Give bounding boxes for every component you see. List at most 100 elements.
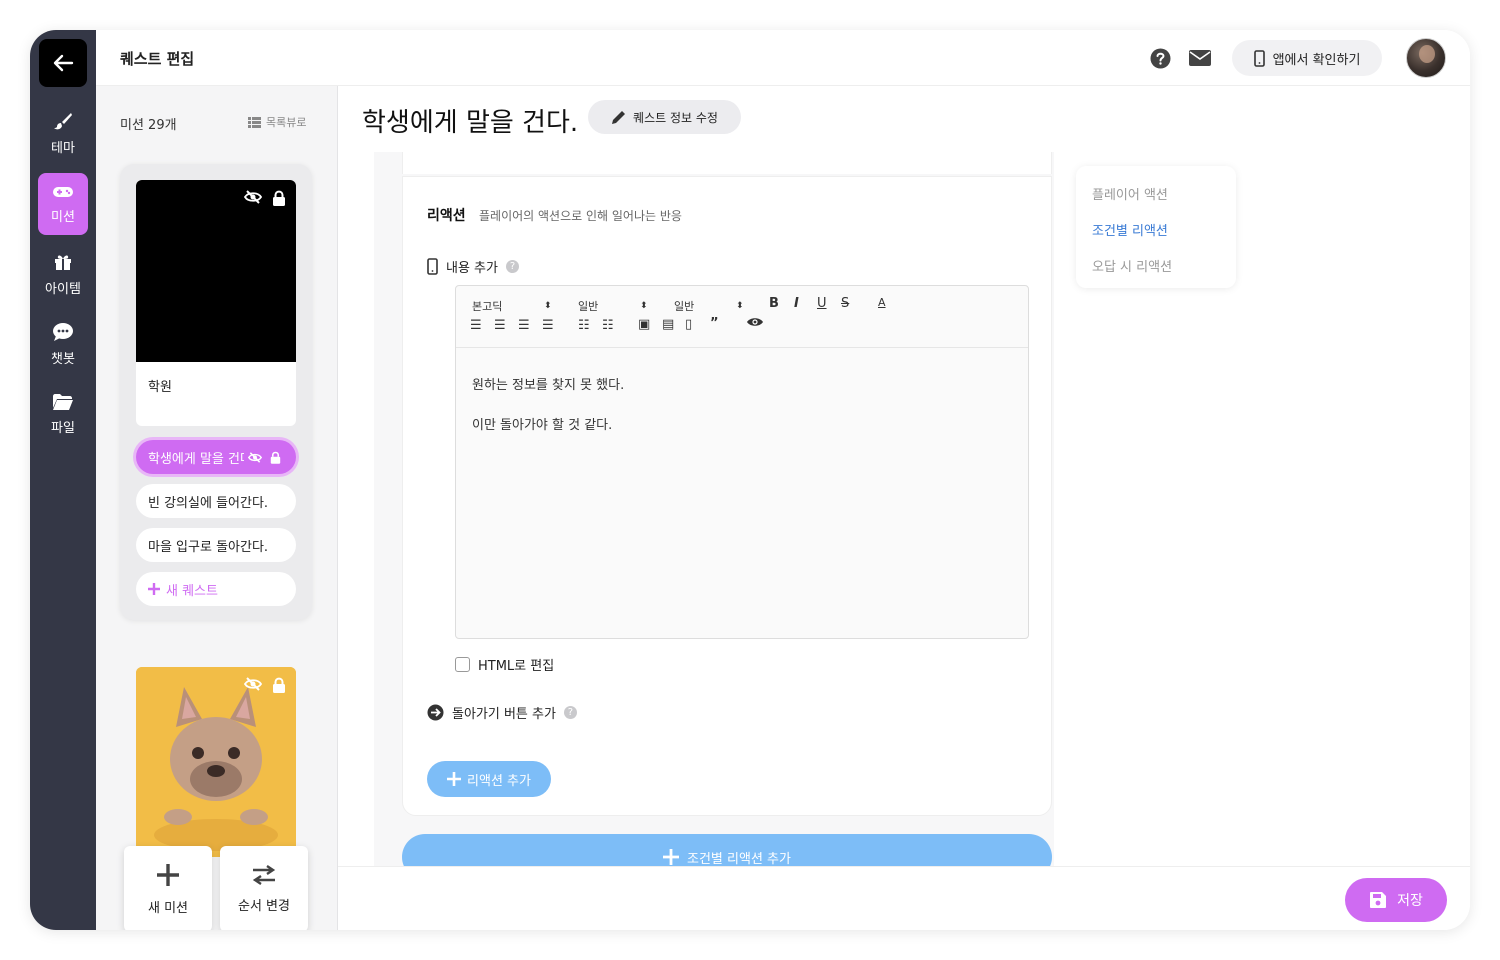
rail-item-mission[interactable]: 미션 bbox=[38, 173, 88, 235]
back-button-label: 돌아가기 버튼 추가 bbox=[452, 707, 556, 722]
underline-icon[interactable]: U bbox=[817, 296, 827, 311]
plus-icon bbox=[663, 849, 680, 865]
strikethrough-icon[interactable]: S bbox=[841, 296, 849, 311]
film-icon[interactable]: ▤ bbox=[662, 317, 674, 332]
sort-icon: ⬍ bbox=[640, 301, 648, 311]
avatar[interactable] bbox=[1406, 38, 1446, 78]
eye-icon[interactable] bbox=[746, 316, 764, 332]
save-button[interactable]: 저장 bbox=[1345, 878, 1447, 922]
rail-label-chatbot: 챗봇 bbox=[51, 351, 75, 367]
list-view-label: 목록뷰로 bbox=[266, 116, 307, 129]
page-title: 퀘스트 편집 bbox=[120, 50, 195, 68]
font-select[interactable]: 본고딕 ⬍ bbox=[472, 298, 552, 314]
quest-item[interactable]: 마을 입구로 돌아간다. bbox=[136, 528, 296, 562]
heading-select[interactable]: 일반 ⬍ bbox=[674, 298, 744, 314]
floppy-disk-icon bbox=[1370, 892, 1387, 908]
html-edit-checkbox[interactable] bbox=[455, 657, 470, 672]
rail-label-theme: 테마 bbox=[51, 140, 75, 156]
plus-icon bbox=[157, 863, 179, 886]
edit-quest-info-button[interactable]: 퀘스트 정보 수정 bbox=[588, 100, 741, 134]
editor-content[interactable]: 원하는 정보를 찾지 못 했다. 이만 돌아가야 할 것 같다. bbox=[472, 366, 624, 446]
help-icon[interactable]: ? bbox=[505, 260, 519, 273]
folder-icon bbox=[53, 393, 73, 410]
card-badges bbox=[244, 190, 286, 206]
italic-icon[interactable]: I bbox=[794, 296, 799, 311]
quest-title: 학생에게 말을 건다. bbox=[362, 108, 579, 138]
quote-icon[interactable]: ” bbox=[710, 316, 719, 331]
section-nav-wrong-answer-reaction[interactable]: 오답 시 리액션 bbox=[1092, 256, 1172, 275]
align-center-icon[interactable]: ☰ bbox=[494, 318, 506, 333]
editor-line: 원하는 정보를 찾지 못 했다. bbox=[472, 378, 625, 393]
rail-item-chatbot[interactable]: 챗봇 bbox=[38, 313, 88, 375]
back-button-row[interactable]: 돌아가기 버튼 추가 ? bbox=[427, 703, 577, 722]
align-right-icon[interactable]: ☰ bbox=[518, 318, 530, 333]
back-button[interactable] bbox=[39, 39, 87, 87]
reaction-title: 리액션 bbox=[427, 208, 466, 224]
help-button[interactable] bbox=[1149, 47, 1171, 69]
font-select-value: 본고딕 bbox=[472, 300, 503, 313]
rail-item-theme[interactable]: 테마 bbox=[38, 102, 88, 164]
align-left-icon[interactable]: ☰ bbox=[470, 318, 482, 333]
help-icon[interactable]: ? bbox=[563, 706, 577, 719]
editor-line: 이만 돌아가야 할 것 같다. bbox=[472, 418, 613, 433]
new-mission-button[interactable]: 새 미션 bbox=[124, 846, 212, 930]
plus-icon bbox=[447, 772, 462, 786]
mail-button[interactable] bbox=[1189, 47, 1211, 69]
quest-label: 마을 입구로 돌아간다. bbox=[148, 539, 269, 555]
add-conditional-label: 조건별 리액션 추가 bbox=[687, 851, 791, 867]
quest-item-active[interactable]: 학생에게 말을 건다. bbox=[136, 440, 296, 474]
html-edit-toggle[interactable]: HTML로 편집 bbox=[455, 655, 554, 674]
eye-glyph bbox=[747, 318, 763, 326]
rail-item-file[interactable]: 파일 bbox=[38, 383, 88, 445]
quest-item[interactable]: 빈 강의실에 들어간다. bbox=[136, 484, 296, 518]
add-content-label: 내용 추가 bbox=[446, 261, 498, 276]
reorder-label: 순서 변경 bbox=[238, 898, 290, 914]
ordered-list-icon[interactable]: ☷ bbox=[578, 318, 590, 333]
rail-label-mission: 미션 bbox=[51, 209, 75, 225]
heading-select-value: 일반 bbox=[674, 300, 695, 313]
bold-icon[interactable]: B bbox=[769, 296, 779, 311]
add-reaction-button[interactable]: 리액션 추가 bbox=[427, 761, 551, 797]
editor-toolbar: 본고딕 ⬍ 일반 ⬍ 일반 ⬍ B I U S A ☰ ☰ ☰ ☰ ☷ ☷ ▣ … bbox=[456, 286, 1028, 348]
save-label: 저장 bbox=[1397, 893, 1423, 909]
lock-icon bbox=[273, 190, 285, 206]
new-quest-label: 새 퀘스트 bbox=[166, 583, 218, 599]
arrow-circle-right-icon bbox=[427, 704, 444, 721]
section-nav-conditional-reaction[interactable]: 조건별 리액션 bbox=[1092, 220, 1168, 239]
app-window: 테마 미션 아이템 챗봇 파일 퀘스트 편집 앱에서 확인하기 미션 29개 목… bbox=[30, 30, 1470, 930]
list-view-toggle[interactable]: 목록뷰로 bbox=[248, 114, 306, 130]
gift-icon bbox=[55, 255, 71, 270]
file-audio-icon[interactable]: ▯ bbox=[685, 317, 692, 332]
section-nav-player-action[interactable]: 플레이어 액션 bbox=[1092, 184, 1168, 203]
quest-label: 학생에게 말을 건다. bbox=[148, 451, 244, 467]
bullet-list-icon[interactable]: ☷ bbox=[602, 318, 614, 333]
reaction-description: 플레이어의 액션으로 인해 일어나는 반응 bbox=[479, 209, 682, 223]
add-content-row[interactable]: 내용 추가 ? bbox=[427, 257, 519, 276]
section-nav: 플레이어 액션 조건별 리액션 오답 시 리액션 bbox=[1076, 166, 1236, 288]
image-icon[interactable]: ▣ bbox=[638, 317, 650, 332]
mission-card[interactable]: 학원 bbox=[136, 180, 296, 426]
quest-label: 빈 강의실에 들어간다. bbox=[148, 495, 269, 511]
add-reaction-label: 리액션 추가 bbox=[467, 773, 531, 789]
top-bar: 퀘스트 편집 앱에서 확인하기 bbox=[96, 30, 1470, 86]
main-content: 학생에게 말을 건다. 퀘스트 정보 수정 리액션 플레이어의 액션으로 인해 … bbox=[338, 86, 1470, 880]
rich-text-editor: 본고딕 ⬍ 일반 ⬍ 일반 ⬍ B I U S A ☰ ☰ ☰ ☰ ☷ ☷ ▣ … bbox=[455, 285, 1029, 639]
previous-panel-edge bbox=[402, 152, 1052, 174]
align-justify-icon[interactable]: ☰ bbox=[542, 318, 554, 333]
new-quest-button[interactable]: 새 퀘스트 bbox=[136, 572, 296, 606]
edit-info-label: 퀘스트 정보 수정 bbox=[633, 110, 718, 125]
exchange-icon bbox=[252, 864, 276, 885]
eye-slash-icon bbox=[248, 451, 262, 463]
rail-item-item[interactable]: 아이템 bbox=[38, 243, 88, 305]
mobile-icon bbox=[1253, 49, 1265, 67]
app-check-button[interactable]: 앱에서 확인하기 bbox=[1232, 40, 1382, 76]
lock-icon bbox=[270, 451, 281, 464]
mission-card-dog[interactable] bbox=[136, 667, 296, 857]
size-select-value: 일반 bbox=[578, 300, 599, 313]
gamepad-icon bbox=[53, 186, 73, 197]
text-color-icon[interactable]: A bbox=[878, 296, 886, 309]
reorder-button[interactable]: 순서 변경 bbox=[220, 846, 308, 930]
envelope-icon bbox=[1189, 50, 1211, 66]
size-select[interactable]: 일반 ⬍ bbox=[578, 298, 648, 314]
lock-icon bbox=[273, 677, 285, 693]
